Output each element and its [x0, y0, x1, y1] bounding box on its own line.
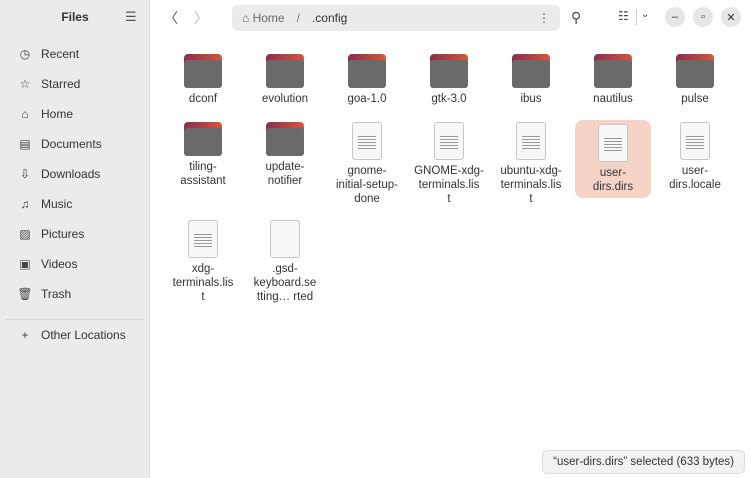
file-name: goa-1.0 — [347, 93, 387, 105]
sidebar-item-recent[interactable]: ◷ Recent — [6, 41, 144, 67]
text-file-icon — [352, 122, 382, 160]
forward-button[interactable]: 〉 — [194, 8, 208, 28]
file-item[interactable]: nautilus — [575, 54, 651, 106]
file-item[interactable]: dconf — [165, 54, 241, 106]
file-name: update- notifier — [265, 161, 305, 187]
file-item[interactable]: ubuntu-xdg- terminals.lis t — [493, 122, 569, 206]
folder-icon — [266, 122, 304, 156]
text-file-icon — [434, 122, 464, 160]
home-icon: ⌂ — [242, 11, 253, 25]
plus-icon: + — [21, 328, 29, 342]
sidebar-item-documents[interactable]: ▤ Documents — [6, 131, 144, 157]
divider — [636, 9, 637, 25]
sidebar-item-music[interactable]: ♫ Music — [6, 191, 144, 217]
sidebar-item-home[interactable]: ⌂ Home — [6, 101, 144, 127]
folder-icon — [266, 54, 304, 88]
path-bar[interactable]: ⌂ Home / .config ⋮ — [232, 5, 560, 31]
folder-icon — [430, 54, 468, 88]
sidebar-item-label: Music — [41, 197, 73, 211]
trash-icon: 🗑 — [17, 287, 33, 301]
picture-icon: ▨ — [19, 227, 31, 241]
sidebar-item-label: Other Locations — [41, 328, 126, 342]
sidebar-item-videos[interactable]: ▣ Videos — [6, 251, 144, 277]
folder-icon — [594, 54, 632, 88]
file-icon — [270, 220, 300, 258]
file-name: evolution — [261, 93, 309, 105]
file-item[interactable]: gtk-3.0 — [411, 54, 487, 106]
status-bar: “user-dirs.dirs” selected (633 bytes) — [542, 450, 745, 474]
file-item[interactable]: xdg- terminals.lis t — [165, 220, 241, 304]
file-name: gtk-3.0 — [431, 93, 467, 105]
list-view-icon[interactable]: ☷ — [618, 9, 629, 23]
sidebar-item-label: Starred — [41, 77, 81, 91]
file-item[interactable]: update- notifier — [247, 122, 323, 188]
folder-icon — [512, 54, 550, 88]
home-icon: ⌂ — [21, 107, 29, 121]
file-name: pulse — [681, 93, 709, 105]
folder-icon — [348, 54, 386, 88]
sidebar-item-label: Videos — [41, 257, 78, 271]
sidebar-item-label: Downloads — [41, 167, 101, 181]
file-item[interactable]: tiling- assistant — [165, 122, 241, 188]
file-item[interactable]: gnome- initial-setup- done — [329, 122, 405, 206]
sidebar: Files ☰ ◷ Recent ☆ Starred ⌂ Home ▤ Documents ⇩ D… — [0, 0, 150, 478]
maximize-button[interactable]: ▫ — [693, 7, 713, 27]
file-name: nautilus — [593, 93, 633, 105]
file-item[interactable]: goa-1.0 — [329, 54, 405, 106]
file-item[interactable]: evolution — [247, 54, 323, 106]
text-file-icon — [188, 220, 218, 258]
hamburger-menu-icon[interactable]: ☰ — [125, 9, 137, 25]
download-icon: ⇩ — [19, 167, 31, 181]
breadcrumb-separator: / — [296, 11, 300, 25]
sidebar-item-label: Recent — [41, 47, 80, 61]
breadcrumb-home[interactable]: Home — [253, 11, 285, 25]
file-name: xdg- terminals.lis t — [172, 263, 234, 303]
sidebar-item-trash[interactable]: 🗑 Trash — [6, 281, 144, 307]
file-name: GNOME-xdg- terminals.lis t — [414, 165, 484, 205]
sidebar-item-label: Documents — [41, 137, 102, 151]
minimize-button[interactable]: – — [665, 7, 685, 27]
file-item[interactable]: .gsd- keyboard.se tting… rted — [247, 220, 323, 304]
file-name: gnome- initial-setup- done — [336, 165, 398, 205]
file-item[interactable]: user- dirs.dirs — [575, 120, 651, 198]
text-file-icon — [516, 122, 546, 160]
file-name: .gsd- keyboard.se tting… rted — [253, 263, 317, 303]
folder-icon — [184, 54, 222, 88]
file-name: ubuntu-xdg- terminals.lis t — [500, 165, 562, 205]
sidebar-item-other-locations[interactable]: + Other Locations — [6, 322, 144, 348]
star-icon: ☆ — [19, 77, 31, 91]
music-icon: ♫ — [20, 197, 30, 211]
file-name: user- dirs.locale — [669, 165, 721, 191]
sidebar-item-downloads[interactable]: ⇩ Downloads — [6, 161, 144, 187]
text-file-icon — [598, 124, 628, 162]
file-item[interactable]: user- dirs.locale — [657, 122, 733, 192]
sidebar-item-label: Home — [41, 107, 74, 121]
file-name: ibus — [520, 93, 542, 105]
close-button[interactable]: ✕ — [721, 7, 741, 27]
divider — [6, 319, 144, 320]
search-icon[interactable]: ⚲ — [571, 9, 581, 26]
file-name: tiling- assistant — [180, 161, 226, 187]
file-name: dconf — [188, 93, 218, 105]
sidebar-item-label: Trash — [41, 287, 72, 301]
sidebar-item-label: Pictures — [41, 227, 85, 241]
video-icon: ▣ — [19, 257, 31, 271]
document-icon: ▤ — [19, 137, 31, 151]
back-button[interactable]: 〈 — [164, 8, 178, 28]
file-item[interactable]: ibus — [493, 54, 569, 106]
more-options-icon[interactable]: ⋮ — [538, 11, 550, 25]
clock-icon: ◷ — [19, 47, 31, 61]
file-item[interactable]: pulse — [657, 54, 733, 106]
file-name: user- dirs.dirs — [592, 167, 634, 193]
file-item[interactable]: GNOME-xdg- terminals.lis t — [411, 122, 487, 206]
text-file-icon — [680, 122, 710, 160]
folder-icon — [184, 122, 222, 156]
sidebar-item-starred[interactable]: ☆ Starred — [6, 71, 144, 97]
sidebar-item-pictures[interactable]: ▨ Pictures — [6, 221, 144, 247]
chevron-down-icon[interactable]: ⌄ — [641, 9, 649, 20]
folder-icon — [676, 54, 714, 88]
breadcrumb-current[interactable]: .config — [312, 11, 347, 25]
